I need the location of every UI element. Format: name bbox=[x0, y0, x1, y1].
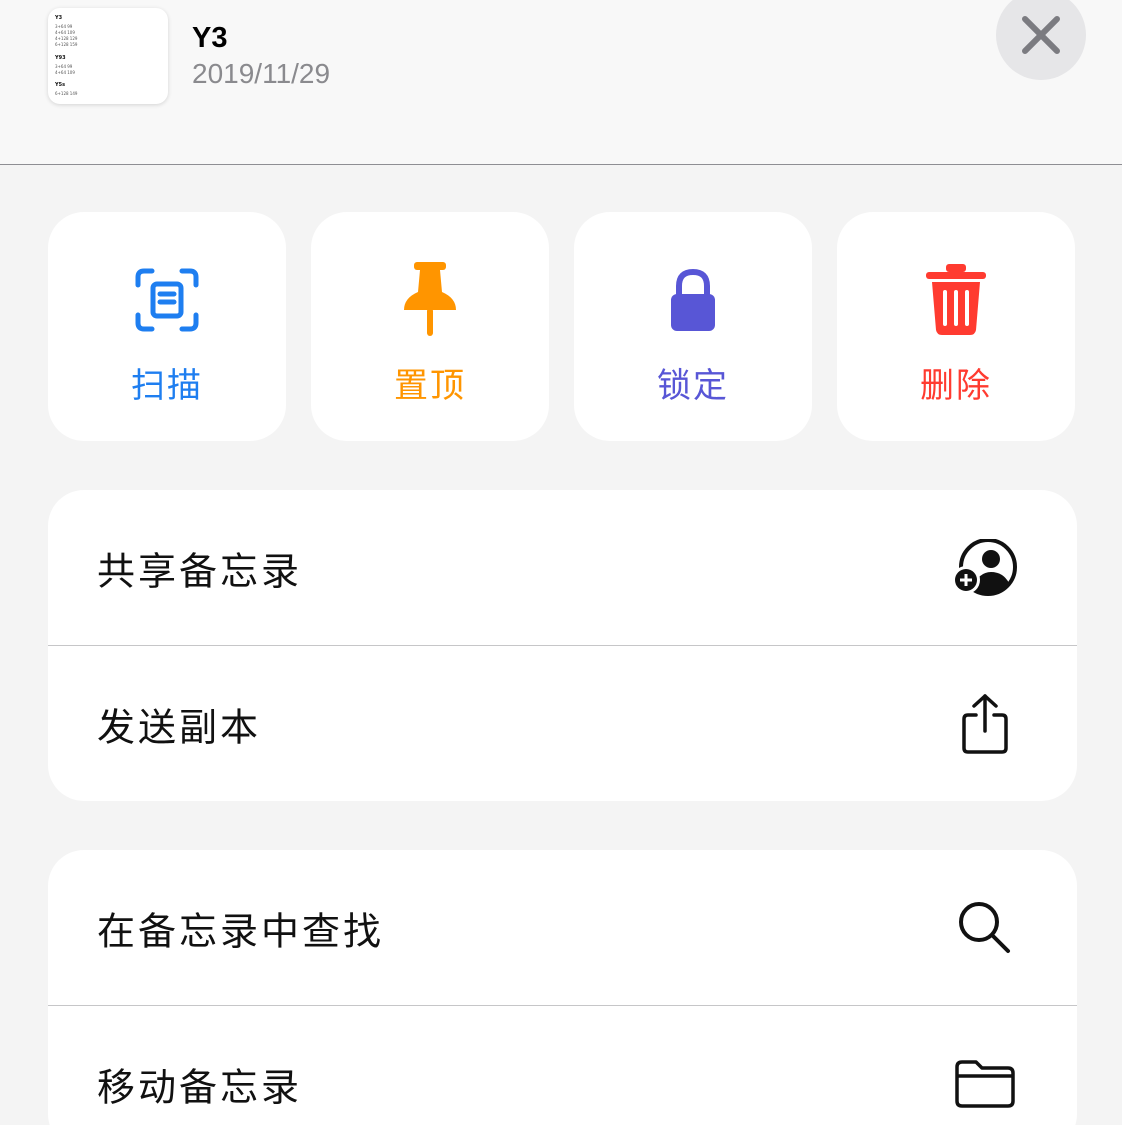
move-note-row[interactable]: 移动备忘录 bbox=[48, 1006, 1077, 1125]
thumbnail-line: Y3 bbox=[55, 15, 63, 21]
thumbnail-line: Y93 bbox=[55, 55, 66, 61]
note-thumbnail: Y3 3+64 99 4+64 109 4+128 129 6+128 159 … bbox=[48, 8, 168, 104]
note-actions-sheet: Y3 3+64 99 4+64 109 4+128 129 6+128 159 … bbox=[0, 0, 1122, 1125]
close-icon bbox=[1022, 16, 1060, 54]
scan-button[interactable]: 扫描 bbox=[48, 212, 286, 441]
sheet-header: Y3 3+64 99 4+64 109 4+128 129 6+128 159 … bbox=[0, 0, 1122, 164]
share-upload-icon bbox=[962, 693, 1008, 754]
move-note-label: 移动备忘录 bbox=[97, 1065, 303, 1109]
share-person-add-icon bbox=[952, 538, 1017, 596]
send-copy-row[interactable]: 发送副本 bbox=[48, 646, 1077, 801]
scan-document-icon bbox=[135, 268, 199, 332]
thumbnail-line: 4+128 129 bbox=[55, 36, 78, 41]
note-tools-group: 在备忘录中查找 移动备忘录 bbox=[48, 850, 1077, 1125]
thumbnail-line: 4+64 109 bbox=[55, 70, 75, 75]
thumbnail-line: 3+64 99 bbox=[55, 24, 73, 29]
lock-label: 锁定 bbox=[657, 366, 729, 406]
pin-icon bbox=[404, 262, 456, 336]
lock-icon bbox=[671, 268, 715, 331]
thumbnail-line: 6+128 149 bbox=[55, 91, 78, 96]
scan-label: 扫描 bbox=[131, 366, 203, 406]
close-button[interactable] bbox=[996, 0, 1086, 80]
note-date: 2019/11/29 bbox=[192, 58, 331, 89]
thumbnail-line: 4+64 109 bbox=[55, 30, 75, 35]
search-icon bbox=[959, 901, 1010, 953]
thumbnail-line: 3+64 99 bbox=[55, 64, 73, 69]
thumbnail-line: Y5s bbox=[55, 82, 66, 88]
find-in-note-row[interactable]: 在备忘录中查找 bbox=[48, 850, 1077, 1005]
header-divider bbox=[0, 164, 1122, 165]
send-copy-label: 发送副本 bbox=[97, 705, 262, 749]
note-title: Y3 bbox=[192, 22, 228, 54]
pin-label: 置顶 bbox=[394, 366, 466, 406]
share-note-row[interactable]: 共享备忘录 bbox=[48, 490, 1077, 645]
delete-label: 删除 bbox=[920, 366, 992, 406]
share-menu-group: 共享备忘录 发送副本 bbox=[48, 490, 1077, 801]
find-in-note-label: 在备忘录中查找 bbox=[97, 909, 385, 953]
trash-icon bbox=[926, 264, 986, 335]
pin-button[interactable]: 置顶 bbox=[311, 212, 549, 441]
folder-icon bbox=[955, 1059, 1015, 1108]
share-note-label: 共享备忘录 bbox=[97, 549, 303, 593]
lock-button[interactable]: 锁定 bbox=[574, 212, 812, 441]
thumbnail-line: 6+128 159 bbox=[55, 42, 78, 47]
delete-button[interactable]: 删除 bbox=[837, 212, 1075, 441]
